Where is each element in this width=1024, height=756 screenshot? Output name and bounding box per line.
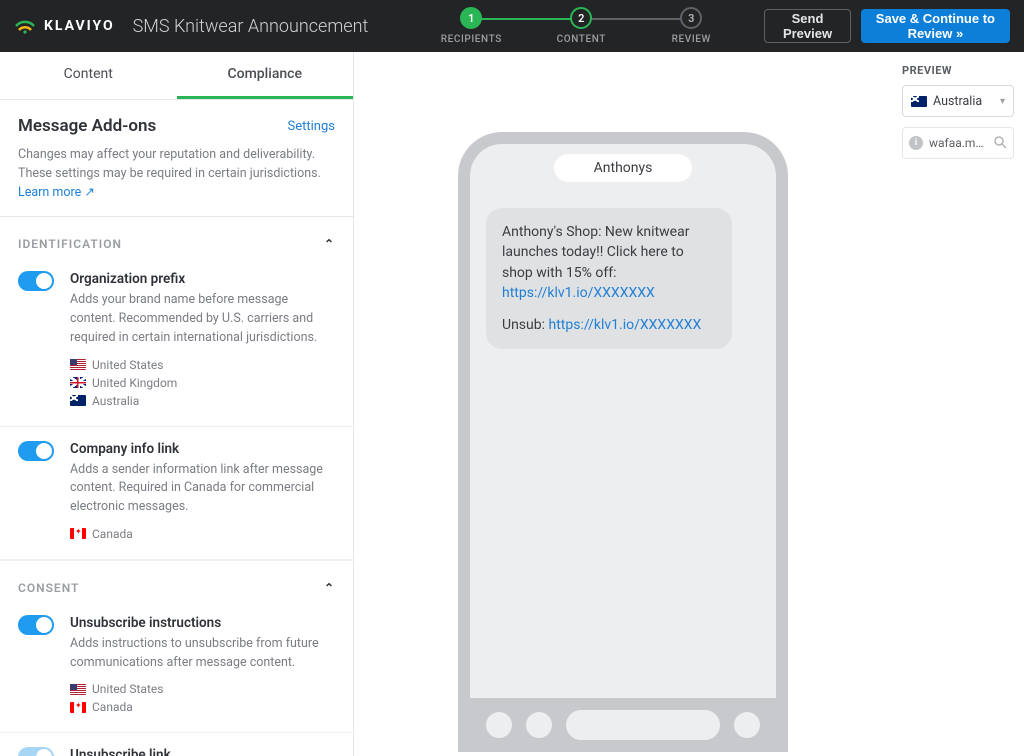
message-input-mock — [566, 710, 720, 740]
step-label: RECIPIENTS — [441, 34, 502, 45]
country-row: United States — [70, 682, 335, 696]
addon-unsub-instructions: Unsubscribe instructions Adds instructio… — [0, 601, 353, 734]
preview-country: Australia — [933, 94, 982, 109]
phone-header: Anthonys — [470, 144, 776, 192]
country-row: Canada — [70, 527, 335, 541]
country-row: United States — [70, 358, 335, 372]
step-connector — [471, 18, 581, 20]
addon-desc: Adds your brand name before message cont… — [70, 291, 335, 347]
step-circle: 2 — [570, 7, 592, 29]
toggle-unsub-instructions[interactable] — [18, 615, 54, 635]
toggle-unsub-link — [18, 747, 54, 756]
camera-icon — [486, 712, 512, 738]
addon-title: Unsubscribe instructions — [70, 615, 335, 631]
toggle-company-info[interactable] — [18, 441, 54, 461]
settings-link[interactable]: Settings — [288, 119, 335, 134]
brand-logo: KLAVIYO — [14, 18, 115, 34]
preview-country-select[interactable]: Australia ▾ — [902, 85, 1014, 117]
section-label: CONSENT — [18, 581, 79, 595]
compliance-sidebar: Content Compliance Message Add-ons Setti… — [0, 52, 354, 756]
chevron-up-icon: ⌃ — [324, 237, 335, 251]
flag-au-icon — [70, 395, 86, 406]
toggle-org-prefix[interactable] — [18, 271, 54, 291]
external-link-icon: ↗ — [84, 185, 94, 200]
step-recipients[interactable]: 1 RECIPIENTS — [416, 7, 526, 45]
sms-unsub-link: https://klv1.io/XXXXXXX — [548, 317, 701, 333]
apps-icon — [526, 712, 552, 738]
search-icon[interactable] — [993, 135, 1007, 152]
country-list: Canada — [70, 527, 335, 541]
preview-heading: PREVIEW — [902, 64, 1014, 77]
flag-au-icon — [911, 96, 927, 107]
addon-company-info: Company info link Adds a sender informat… — [0, 427, 353, 560]
addon-desc: Adds instructions to unsubscribe from fu… — [70, 635, 335, 673]
section-consent-header[interactable]: CONSENT ⌃ — [0, 561, 353, 601]
learn-more-link[interactable]: Learn more ↗ — [18, 185, 95, 200]
country-list: United States Canada — [70, 682, 335, 714]
progress-stepper: 1 RECIPIENTS 2 CONTENT 3 REVIEW — [416, 7, 746, 45]
step-content[interactable]: 2 CONTENT — [526, 7, 636, 45]
addons-desc: Changes may affect your reputation and d… — [18, 146, 335, 202]
addon-title: Unsubscribe link — [70, 747, 335, 756]
addon-unsub-link: Unsubscribe link Adds an unsubscribe lin… — [0, 733, 353, 756]
step-review[interactable]: 3 REVIEW — [636, 7, 746, 45]
send-preview-button[interactable]: Send Preview — [764, 9, 850, 43]
preview-panel: PREVIEW Australia ▾ i wafaa.muha... — [892, 52, 1024, 756]
flag-us-icon — [70, 684, 86, 695]
sms-unsub-label: Unsub: — [502, 317, 548, 333]
sidebar-tabs: Content Compliance — [0, 52, 353, 100]
info-icon: i — [909, 136, 923, 150]
chevron-up-icon: ⌃ — [324, 581, 335, 595]
save-continue-button[interactable]: Save & Continue to Review » — [861, 9, 1010, 43]
sms-link: https://klv1.io/XXXXXXX — [502, 285, 655, 301]
sms-body: Anthony's Shop: New knitwear launches to… — [502, 224, 689, 281]
flag-us-icon — [70, 359, 86, 370]
sms-bubble: Anthony's Shop: New knitwear launches to… — [486, 208, 732, 349]
step-circle: 1 — [460, 7, 482, 29]
wifi-icon — [14, 18, 36, 34]
addon-desc: Adds a sender information link after mes… — [70, 461, 335, 517]
topbar-actions: Send Preview Save & Continue to Review » — [764, 9, 1010, 43]
phone-input-bar — [470, 698, 776, 752]
flag-ca-icon — [70, 702, 86, 713]
country-row: United Kingdom — [70, 376, 335, 390]
addon-org-prefix: Organization prefix Adds your brand name… — [0, 257, 353, 426]
tab-compliance[interactable]: Compliance — [177, 52, 354, 99]
contact-name: Anthonys — [554, 154, 693, 182]
main-body: Content Compliance Message Add-ons Setti… — [0, 52, 1024, 756]
addons-title: Message Add-ons — [18, 116, 156, 136]
campaign-title: SMS Knitwear Announcement — [133, 16, 369, 37]
addons-header: Message Add-ons Settings Changes may aff… — [0, 100, 353, 217]
section-identification-header[interactable]: IDENTIFICATION ⌃ — [0, 217, 353, 257]
preview-profile[interactable]: i wafaa.muha... — [902, 127, 1014, 159]
tab-content[interactable]: Content — [0, 52, 177, 99]
brand-text: KLAVIYO — [44, 18, 115, 34]
flag-ca-icon — [70, 528, 86, 539]
step-circle: 3 — [680, 7, 702, 29]
addon-title: Organization prefix — [70, 271, 335, 287]
chevron-down-icon: ▾ — [1000, 96, 1005, 107]
mic-icon — [734, 712, 760, 738]
top-bar: KLAVIYO SMS Knitwear Announcement 1 RECI… — [0, 0, 1024, 52]
country-row: Australia — [70, 394, 335, 408]
section-label: IDENTIFICATION — [18, 237, 122, 251]
country-list: United States United Kingdom Australia — [70, 358, 335, 408]
country-row: Canada — [70, 700, 335, 714]
step-label: CONTENT — [557, 34, 606, 45]
phone-mock: Anthonys Anthony's Shop: New knitwear la… — [458, 132, 788, 752]
flag-uk-icon — [70, 377, 86, 388]
step-connector — [581, 18, 691, 20]
preview-stage: Anthonys Anthony's Shop: New knitwear la… — [354, 52, 892, 756]
profile-name: wafaa.muha... — [929, 136, 987, 150]
addon-title: Company info link — [70, 441, 335, 457]
step-label: REVIEW — [672, 34, 711, 45]
